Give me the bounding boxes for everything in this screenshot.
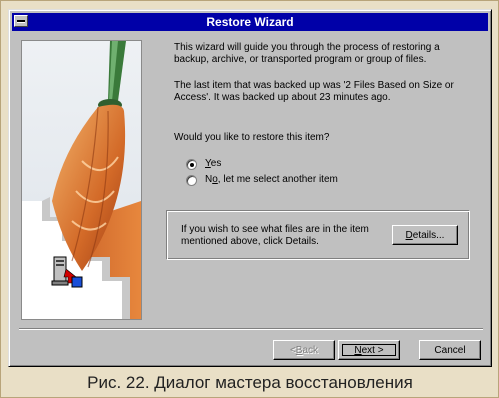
computer-restore-icon (51, 256, 83, 288)
radio-yes[interactable]: Yes (186, 158, 221, 170)
restore-wizard-window: Restore Wizard This wizard will guide yo… (8, 9, 492, 367)
cancel-button[interactable]: Cancel (419, 340, 481, 360)
figure-caption: Рис. 22. Диалог мастера восстановления (87, 373, 413, 392)
restore-question: Would you like to restore this item? (174, 132, 330, 143)
radio-no[interactable]: No, let me select another item (186, 174, 338, 186)
broom-illustration (21, 40, 142, 320)
radio-no-label[interactable]: No, let me select another item (205, 174, 338, 186)
intro-text: This wizard will guide you through the p… (174, 42, 440, 65)
radio-yes-button[interactable] (186, 158, 197, 170)
next-button[interactable]: Next > (338, 340, 400, 360)
window-title: Restore Wizard (206, 15, 294, 29)
back-button[interactable]: < Back (273, 340, 335, 360)
radio-yes-label[interactable]: Yes (205, 158, 221, 170)
title-bar[interactable]: Restore Wizard (12, 13, 488, 31)
details-group: If you wish to see what files are in the… (166, 210, 470, 260)
page-frame: Restore Wizard This wizard will guide yo… (0, 0, 499, 398)
radio-no-button[interactable] (186, 174, 197, 186)
details-text: If you wish to see what files are in the… (181, 224, 369, 247)
system-menu-icon[interactable] (14, 15, 28, 27)
button-separator (19, 328, 483, 330)
last-item-text: The last item that was backed up was '2 … (174, 80, 454, 103)
details-button[interactable]: Details... (392, 225, 458, 245)
